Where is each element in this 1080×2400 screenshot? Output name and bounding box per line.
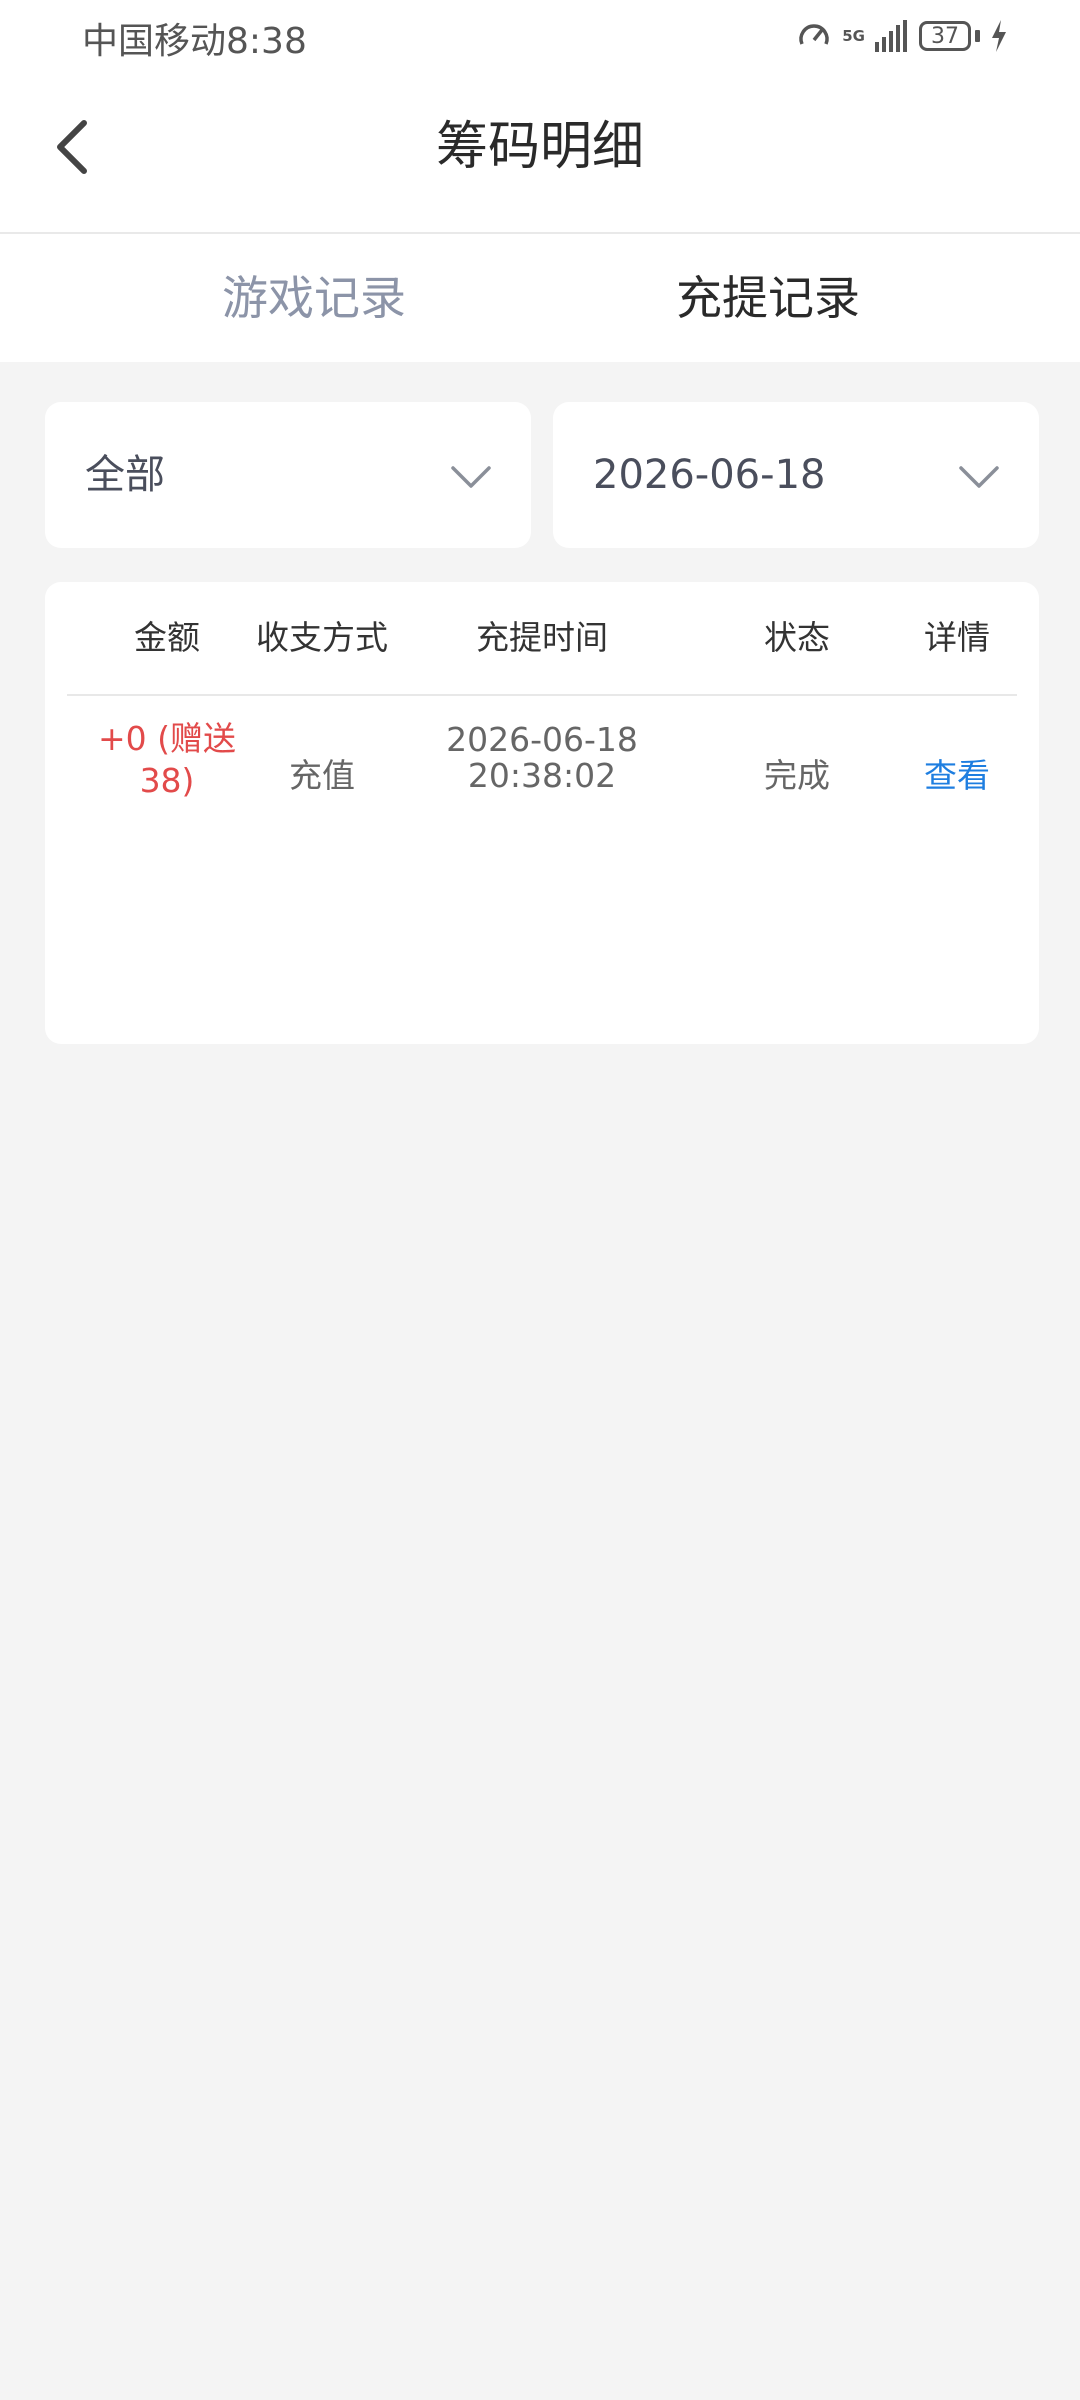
- amount-line-2: 38): [139, 761, 195, 800]
- view-detail-link[interactable]: 查看: [897, 746, 1017, 806]
- battery-level: 37: [931, 23, 959, 49]
- status-bar: 中国移动8:38 5G 37: [0, 0, 1080, 76]
- table-row: +0 (赠送 38) 充值 2026-06-18 20:38:02 完成 查看: [67, 696, 1017, 856]
- chevron-down-icon: [451, 466, 491, 488]
- app-header: 筹码明细: [0, 76, 1080, 234]
- records-table: 金额 收支方式 充提时间 状态 详情 +0 (赠送 38) 充值 2026-06…: [45, 582, 1039, 1044]
- battery-tip: [975, 30, 980, 42]
- chevron-down-icon: [959, 466, 999, 488]
- amount-line-1: +0 (赠送: [97, 719, 236, 758]
- clock: 8:38: [226, 21, 307, 62]
- row-date: 2026-06-18: [446, 720, 638, 759]
- header-time: 充提时间: [476, 618, 608, 657]
- header-amount: 金额: [134, 618, 200, 657]
- type-filter-value: 全部: [85, 452, 165, 498]
- speed-icon: [799, 24, 829, 45]
- row-status: 完成: [764, 756, 830, 795]
- header-status: 状态: [764, 618, 830, 657]
- header-method: 收支方式: [256, 618, 388, 657]
- row-clock: 20:38:02: [467, 756, 617, 795]
- tab-game-records[interactable]: 游戏记录: [134, 234, 494, 362]
- charging-icon: [992, 20, 1006, 52]
- status-icons: 5G 37: [796, 14, 1008, 58]
- date-filter-dropdown[interactable]: 2026-06-18: [553, 402, 1039, 548]
- signal-icon: [875, 20, 907, 52]
- row-method: 充值: [289, 756, 355, 795]
- status-carrier-time: 中国移动8:38: [82, 12, 307, 64]
- network-label: 5G: [842, 27, 865, 45]
- type-filter-dropdown[interactable]: 全部: [45, 402, 531, 548]
- carrier-name: 中国移动: [82, 21, 227, 62]
- row-time: 2026-06-18 20:38:02: [397, 722, 687, 794]
- date-filter-value: 2026-06-18: [593, 452, 826, 498]
- tab-bar: 游戏记录 充提记录: [0, 234, 1080, 362]
- table-header: 金额 收支方式 充提时间 状态 详情: [67, 582, 1017, 696]
- tab-recharge-records[interactable]: 充提记录: [588, 234, 948, 362]
- header-detail: 详情: [924, 618, 990, 657]
- battery-icon: 37: [919, 21, 971, 51]
- row-amount: +0 (赠送 38): [87, 718, 247, 802]
- page-title: 筹码明细: [435, 117, 644, 177]
